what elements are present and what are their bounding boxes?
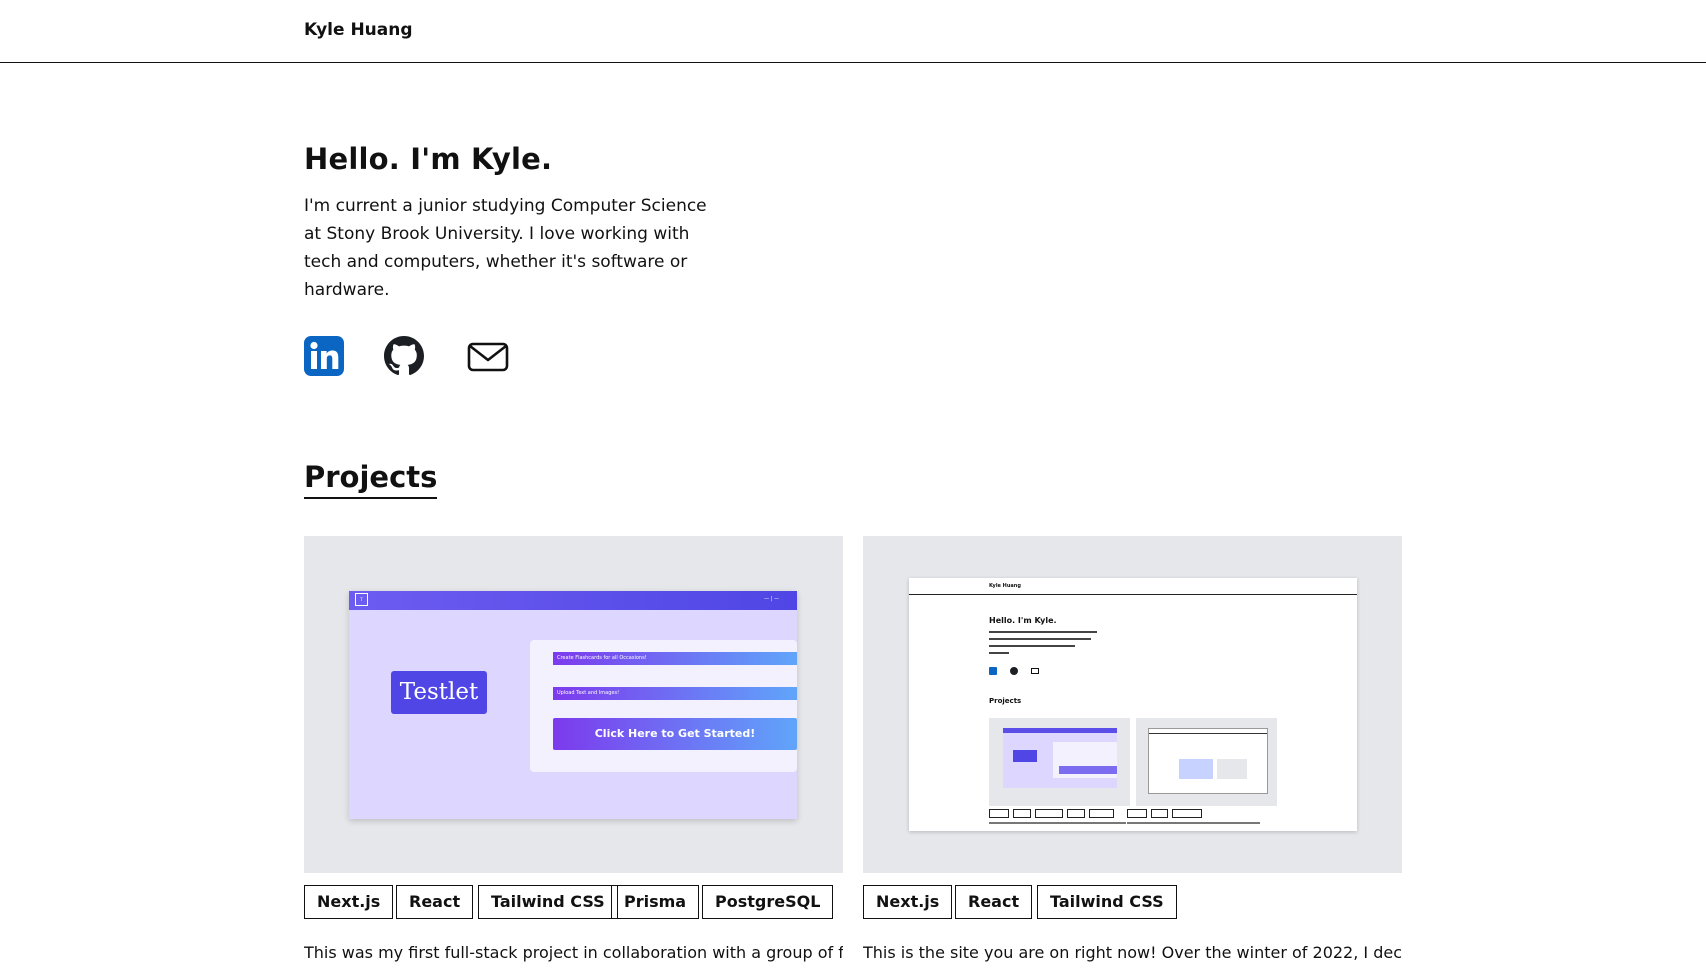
testlet-preview-screenshot: T — | — Testlet Create Flashcards for al… bbox=[349, 591, 797, 819]
brand-link[interactable]: Kyle Huang bbox=[304, 20, 413, 40]
preview-mail-icon bbox=[1031, 668, 1039, 674]
project-thumbnail[interactable]: Kyle Huang Hello. I'm Kyle. Projects bbox=[863, 536, 1402, 873]
tag-list: Next.js React Tailwind CSS bbox=[863, 885, 1402, 919]
mail-icon bbox=[467, 342, 509, 372]
testlet-panel: Create Flashcards for all Occasions! Upl… bbox=[530, 640, 797, 772]
testlet-nav-links: — | — bbox=[764, 596, 779, 602]
email-link[interactable] bbox=[467, 336, 509, 376]
preview-linkedin-icon bbox=[989, 667, 997, 675]
preview-tag bbox=[1172, 809, 1202, 818]
hero-bio: I'm current a junior studying Computer S… bbox=[304, 196, 707, 300]
testlet-small-logo-icon: T bbox=[355, 593, 368, 606]
project-thumbnail[interactable]: T — | — Testlet Create Flashcards for al… bbox=[304, 536, 843, 873]
preview-tag bbox=[1089, 809, 1114, 818]
top-navbar: Kyle Huang bbox=[0, 0, 1706, 63]
tag-react: React bbox=[955, 885, 1033, 919]
preview-project-thumb bbox=[989, 718, 1130, 806]
preview-tag bbox=[1067, 809, 1085, 818]
tag-tailwind-css: Tailwind CSS bbox=[1037, 885, 1177, 919]
preview-tag bbox=[989, 809, 1009, 818]
tag-react: React bbox=[396, 885, 474, 919]
preview-text-line bbox=[989, 645, 1075, 647]
preview-tag bbox=[1013, 809, 1031, 818]
preview-tag bbox=[1127, 809, 1147, 818]
preview-tag bbox=[1151, 809, 1168, 818]
testlet-feature-bar: Upload Text and Images! bbox=[553, 687, 797, 700]
tag-nextjs: Next.js bbox=[863, 885, 953, 919]
preview-text-line bbox=[989, 822, 1126, 824]
preview-project-thumb bbox=[1136, 718, 1277, 806]
preview-text-line bbox=[989, 652, 1009, 654]
testlet-feature-bar: Create Flashcards for all Occasions! bbox=[553, 652, 797, 665]
testlet-logo: Testlet bbox=[391, 671, 487, 714]
testlet-cta-button: Click Here to Get Started! bbox=[553, 718, 797, 750]
github-icon bbox=[384, 336, 424, 376]
tag-prisma: Prisma bbox=[611, 885, 700, 919]
preview-text-line bbox=[989, 631, 1097, 633]
preview-title: Hello. I'm Kyle. bbox=[989, 616, 1057, 625]
tag-postgresql: PostgreSQL bbox=[702, 885, 834, 919]
github-link[interactable] bbox=[384, 336, 424, 376]
tag-tailwind-css: Tailwind CSS bbox=[478, 885, 618, 919]
linkedin-link[interactable] bbox=[304, 336, 344, 376]
preview-tag bbox=[1035, 809, 1063, 818]
preview-github-icon bbox=[1010, 667, 1018, 675]
projects-heading: Projects bbox=[304, 458, 438, 499]
preview-text-line bbox=[989, 638, 1091, 640]
linkedin-icon bbox=[304, 336, 344, 376]
preview-projects-heading: Projects bbox=[989, 697, 1022, 705]
preview-text-line bbox=[1127, 822, 1260, 824]
preview-navbar: Kyle Huang bbox=[909, 578, 1357, 595]
tag-list: Next.js React Tailwind CSS Prisma Postgr… bbox=[304, 885, 843, 919]
project-card-testlet[interactable]: T — | — Testlet Create Flashcards for al… bbox=[304, 536, 843, 962]
project-description: This was my first full-stack project in … bbox=[304, 943, 843, 962]
tag-nextjs: Next.js bbox=[304, 885, 394, 919]
testlet-navbar: T — | — bbox=[349, 591, 797, 610]
hero-title: Hello. I'm Kyle. bbox=[304, 142, 553, 176]
portfolio-preview-screenshot: Kyle Huang Hello. I'm Kyle. Projects bbox=[909, 578, 1357, 831]
project-description: This is the site you are on right now! O… bbox=[863, 943, 1402, 962]
preview-brand: Kyle Huang bbox=[989, 583, 1021, 589]
project-card-portfolio[interactable]: Kyle Huang Hello. I'm Kyle. Projects Nex… bbox=[863, 536, 1402, 962]
